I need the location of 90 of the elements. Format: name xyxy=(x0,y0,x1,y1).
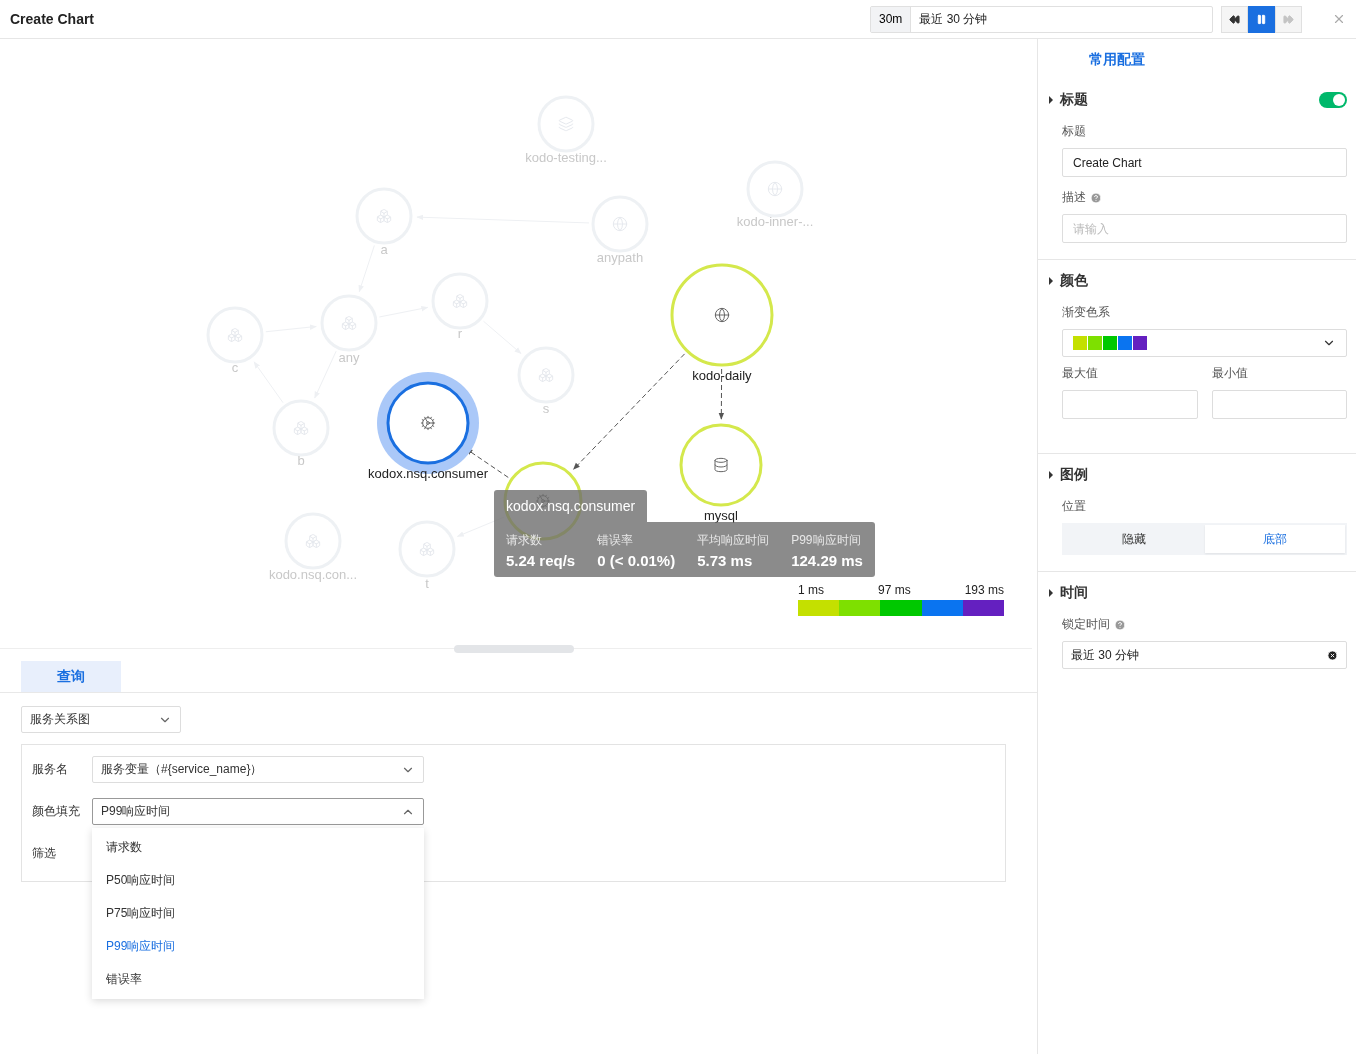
metric-value: 124.29 ms xyxy=(791,552,863,569)
rewind-icon xyxy=(1229,13,1240,25)
boxes-icon xyxy=(453,294,467,308)
boxes-icon xyxy=(306,534,320,548)
field-label: 最小值 xyxy=(1211,365,1249,382)
resize-handle[interactable] xyxy=(454,645,574,653)
metric-label: 请求数 xyxy=(506,532,543,549)
clear-icon[interactable] xyxy=(1327,649,1338,661)
service-node[interactable] xyxy=(537,95,595,153)
service-node[interactable] xyxy=(355,187,413,245)
field-label: 筛选 xyxy=(32,845,57,862)
menu-item[interactable]: 错误率 xyxy=(92,963,424,996)
forward-icon xyxy=(1283,13,1294,25)
service-node[interactable] xyxy=(679,423,763,507)
service-node[interactable] xyxy=(517,346,575,404)
boxes-icon xyxy=(228,328,242,342)
chart-type-select[interactable]: 服务关系图 xyxy=(21,706,181,733)
field-label: 描述 xyxy=(1062,189,1086,206)
metric-value: 5.73 ms xyxy=(697,552,754,569)
metric-label: 错误率 xyxy=(597,532,635,549)
layers-icon xyxy=(559,117,573,131)
node-label: kodo-daily xyxy=(692,368,752,383)
boxes-icon xyxy=(420,542,434,556)
service-node[interactable] xyxy=(206,306,264,364)
boxes-icon xyxy=(539,368,553,382)
field-label: 渐变色系 xyxy=(1061,304,1111,321)
menu-item[interactable]: 请求数 xyxy=(92,831,424,864)
lock-time-field[interactable]: 最近 30 分钟 xyxy=(1062,641,1347,669)
close-icon[interactable] xyxy=(1332,12,1346,26)
section-title: 图例 xyxy=(1060,466,1089,484)
select-field[interactable]: 服务变量（#{service_name}） xyxy=(92,756,424,783)
service-node[interactable] xyxy=(746,160,804,218)
boxes-icon xyxy=(294,421,308,435)
segment-button[interactable]: 底部 xyxy=(1204,525,1345,553)
caret-icon[interactable] xyxy=(1048,471,1054,479)
service-node[interactable] xyxy=(272,399,330,457)
section-title: 颜色 xyxy=(1060,272,1089,290)
boxes-icon xyxy=(377,209,391,223)
tooltip-title: kodox.nsq.consumer xyxy=(494,490,648,522)
window-title: Create Chart xyxy=(10,11,96,27)
service-node[interactable] xyxy=(431,272,489,330)
service-node[interactable] xyxy=(284,512,342,570)
service-node[interactable] xyxy=(398,520,456,578)
service-node[interactable] xyxy=(320,294,378,352)
globe-icon xyxy=(768,182,782,196)
metric-label: P99响应时间 xyxy=(791,532,862,549)
settings-tab[interactable]: 常用配置 xyxy=(1038,39,1356,79)
legend-label: 193 ms xyxy=(964,583,1004,597)
metric-value: 5.24 req/s xyxy=(506,552,576,569)
menu-item[interactable]: P99响应时间 xyxy=(92,930,424,963)
field-label: 服务名 xyxy=(32,761,69,778)
help-icon[interactable] xyxy=(1114,618,1126,631)
section-title: 标题 xyxy=(1060,91,1089,109)
boxes-icon xyxy=(342,316,356,330)
legend-label: 97 ms xyxy=(878,583,911,597)
pause-button[interactable] xyxy=(1248,5,1275,33)
metric-label: 平均响应时间 xyxy=(697,532,770,549)
legend-label: 1 ms xyxy=(798,583,824,597)
section-title: 时间 xyxy=(1060,584,1089,602)
service-node[interactable] xyxy=(670,263,774,367)
title-input[interactable]: Create Chart xyxy=(1062,148,1347,177)
metric-value: 0 (< 0.01%) xyxy=(597,552,676,569)
pause-icon xyxy=(1256,13,1267,25)
node-label: kodox.nsq.consumer xyxy=(368,466,488,481)
max-input[interactable] xyxy=(1062,390,1198,419)
rewind-button[interactable] xyxy=(1221,5,1248,33)
select-field[interactable]: P99响应时间 xyxy=(92,798,424,825)
description-input[interactable]: 请输入 xyxy=(1062,214,1347,243)
node-label: mysql xyxy=(704,508,738,523)
help-icon[interactable] xyxy=(1090,191,1102,204)
caret-icon[interactable] xyxy=(1048,277,1054,285)
globe-icon xyxy=(613,217,627,231)
field-label: 标题 xyxy=(1061,123,1087,140)
query-tab[interactable]: 查询 xyxy=(21,661,121,692)
field-label: 位置 xyxy=(1061,498,1087,515)
segment-button[interactable]: 隐藏 xyxy=(1064,525,1205,553)
gear-icon xyxy=(421,416,435,430)
gradient-select[interactable] xyxy=(1062,329,1347,357)
field-label: 最大值 xyxy=(1062,365,1099,382)
database-icon xyxy=(715,458,727,472)
menu-item[interactable]: P75响应时间 xyxy=(92,897,424,930)
globe-icon xyxy=(715,308,729,322)
caret-icon[interactable] xyxy=(1048,589,1054,597)
service-node[interactable] xyxy=(591,195,649,253)
caret-icon[interactable] xyxy=(1048,96,1054,104)
field-label: 颜色填充 xyxy=(32,803,80,820)
min-input[interactable] xyxy=(1211,390,1347,419)
menu-item[interactable]: P50响应时间 xyxy=(92,864,424,897)
toggle-switch[interactable] xyxy=(1319,92,1347,108)
field-label: 锁定时间 xyxy=(1062,616,1110,633)
